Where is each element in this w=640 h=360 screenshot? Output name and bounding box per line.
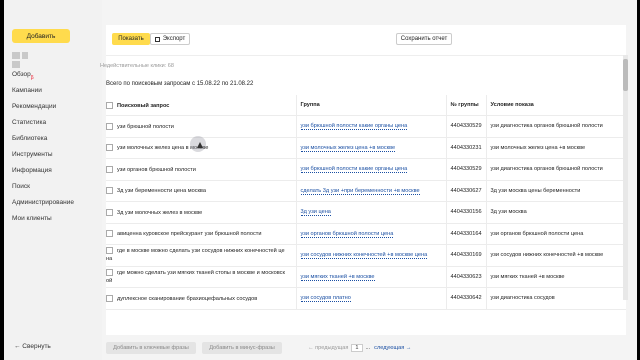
row-checkbox[interactable] [106,268,113,276]
bottom-action-bar: Добавить в ключевые фразы Добавить в мин… [102,335,628,360]
page-number[interactable]: 1 [351,344,363,352]
sidebar-item-admin[interactable]: Администрирование [12,195,74,211]
group-no-cell: 4404330529 [446,115,487,138]
query-cell: дуплексное сканирование брахиоцефальных … [106,287,297,310]
query-cell: узи органов брюшной полости [106,158,297,181]
group-cell[interactable]: узи брюшной полости какие органы цена [296,115,447,138]
prev-page-link[interactable]: ← предыдущая [308,345,348,351]
row-checkbox[interactable] [106,144,113,152]
invalid-clicks: Недействительные клики: 68 [100,63,174,69]
query-cell: где можно сделать узи мягких тканей стоп… [106,266,297,288]
report-card: Показать Экспорт Сохранить отчет Недейст… [100,25,628,335]
add-to-keywords-button[interactable]: Добавить в ключевые фразы [106,342,196,354]
sidebar-item-tools[interactable]: Инструменты [12,147,74,163]
group-cell[interactable]: узи брюшной полости какие органы цена [296,158,447,181]
group-cell[interactable]: сделать 3д узи +при беременности +в моск… [296,180,447,202]
save-report-button[interactable]: Сохранить отчет [396,33,452,45]
group-cell[interactable]: узи сосудов платно [296,287,447,310]
group-no-cell: 4404330164 [446,223,487,245]
main-content: Показать Экспорт Сохранить отчет Недейст… [100,0,628,360]
query-cell: 3д узи беременности цена москва [106,180,297,202]
row-checkbox[interactable] [106,165,113,173]
scrollbar-thumb[interactable] [623,59,628,91]
query-cell: авиценна куровское прейскурант узи брюшн… [106,223,297,245]
condition-cell: 3д узи москва [486,201,626,224]
table-row: 3д узи беременности цена москва сделать … [106,180,626,202]
sidebar-item-search[interactable]: Поиск [12,179,74,195]
condition-cell: узи мягких тканей +в москве [486,266,626,288]
query-cell: где в москве можно сделать узи сосудов н… [106,244,297,267]
sidebar-item-overview[interactable]: Обзор β [12,67,74,83]
condition-cell: 3д узи москва цены беременности [486,180,626,202]
group-no-cell: 4404330642 [446,287,487,310]
condition-cell: узи диагностика сосудов [486,287,626,310]
table-header-row: Поисковый запрос Группа № группы Условие… [106,95,626,116]
row-checkbox[interactable] [106,187,113,195]
collapse-sidebar-button[interactable]: ← Свернуть [14,343,51,350]
show-button[interactable]: Показать [112,33,150,45]
table-row: 3д узи молочных желез в москве 3д узи це… [106,201,626,224]
table-body: узи брюшной полости узи брюшной полости … [106,115,626,310]
pagination: ← предыдущая 1 ... следующая → [308,344,411,352]
export-icon [154,36,160,42]
period-summary: Всего по поисковым запросам с 15.08.22 п… [106,81,254,87]
sidebar-item-library[interactable]: Библиотека [12,131,74,147]
export-button[interactable]: Экспорт [150,33,190,45]
pagination-ellipsis: ... [365,345,371,351]
condition-cell: узи диагностика органов брюшной полости [486,158,626,181]
query-cell: 3д узи молочных желез в москве [106,201,297,224]
row-checkbox[interactable] [106,247,113,255]
group-no-cell: 4404330623 [446,266,487,288]
add-button[interactable]: Добавить [12,29,70,43]
vertical-scrollbar[interactable] [623,55,628,300]
next-page-link[interactable]: следующая → [374,345,411,351]
group-no-cell: 4404330627 [446,180,487,202]
condition-cell: узи сосудов нижних конечностей +в москве [486,244,626,267]
select-all-checkbox[interactable] [106,101,113,109]
group-no-cell: 4404330231 [446,137,487,159]
column-header-condition[interactable]: Условие показа [486,95,626,116]
condition-cell: узи органов брюшной полости цена [486,223,626,245]
row-checkbox[interactable] [106,208,113,216]
column-header-group[interactable]: Группа [296,95,447,116]
table-row: узи органов брюшной полости узи брюшной … [106,158,626,181]
table-row: дуплексное сканирование брахиоцефальных … [106,287,626,310]
sidebar-item-clients[interactable]: Мои клиенты [12,211,74,227]
row-checkbox[interactable] [106,230,113,238]
group-no-cell: 4404330156 [446,201,487,224]
table-row: авиценна куровское прейскурант узи брюшн… [106,223,626,245]
condition-cell: узи диагностика органов брюшной полости [486,115,626,138]
group-cell[interactable]: узи молочных желез цена +в москве [296,137,447,159]
sidebar-item-campaigns[interactable]: Кампании [12,83,74,99]
sidebar-item-info[interactable]: Информация [12,163,74,179]
mouse-cursor-icon [190,136,206,152]
table-row: где можно сделать узи мягких тканей стоп… [106,266,626,288]
table-row: узи молочных желез цена в москве узи мол… [106,137,626,159]
group-cell[interactable]: узи мягких тканей +в москве [296,266,447,288]
column-header-group-no[interactable]: № группы [446,95,487,116]
search-queries-table: Поисковый запрос Группа № группы Условие… [106,95,626,310]
table-row: узи брюшной полости узи брюшной полости … [106,115,626,138]
row-checkbox[interactable] [106,294,113,302]
sidebar-nav: Обзор β Кампании Рекомендации Статистика … [12,67,74,227]
group-no-cell: 4404330169 [446,244,487,267]
add-to-minus-phrases-button[interactable]: Добавить в минус-фразы [202,342,282,354]
condition-cell: узи молочных желез цена +в москве [486,137,626,159]
report-toolbar: Показать Экспорт Сохранить отчет [106,25,626,56]
row-checkbox[interactable] [106,122,113,130]
group-no-cell: 4404330529 [446,158,487,181]
group-cell[interactable]: узи органов брюшной полости цена [296,223,447,245]
group-cell[interactable]: 3д узи цена [296,201,447,224]
query-cell: узи брюшной полости [106,115,297,138]
column-header-query[interactable]: Поисковый запрос [106,95,297,116]
account-name-blurred [12,52,38,68]
group-cell[interactable]: узи сосудов нижних конечностей +в москве… [296,244,447,267]
app-screen: Добавить Обзор β Кампании Рекомендации Ст… [0,0,640,360]
sidebar-item-statistics[interactable]: Статистика [12,115,74,131]
table-row: где в москве можно сделать узи сосудов н… [106,244,626,267]
letterbox-left [0,0,4,360]
sidebar: Добавить Обзор β Кампании Рекомендации Ст… [4,0,102,360]
sidebar-item-recommendations[interactable]: Рекомендации [12,99,74,115]
